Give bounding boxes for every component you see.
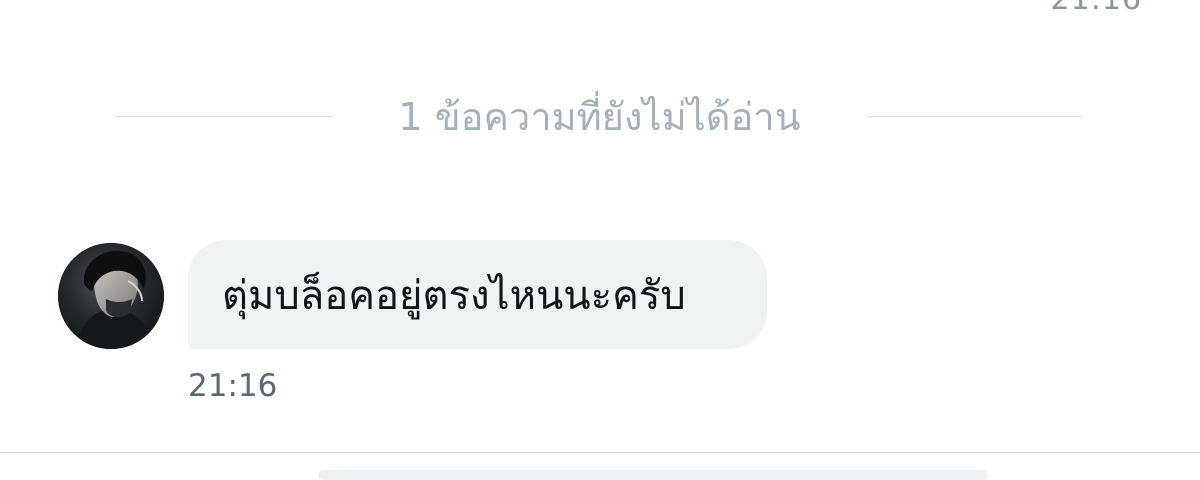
avatar[interactable]: [58, 243, 164, 349]
unread-divider-label: 1 ข้อความที่ยังไม่ได้อ่าน: [398, 94, 801, 139]
unread-divider-line-right: [867, 115, 1083, 117]
previous-message-time: 21:16: [1051, 0, 1142, 17]
unread-divider-line-left: [116, 115, 332, 117]
composer-field-edge[interactable]: [318, 470, 988, 480]
message-text: ตุ่มบล็อคอยู่ตรงไหนนะครับ: [222, 272, 686, 319]
composer-divider: [0, 452, 1200, 453]
profile-photo-icon: [58, 243, 164, 349]
incoming-message-bubble[interactable]: ตุ่มบล็อคอยู่ตรงไหนนะครับ: [188, 240, 767, 349]
message-timestamp: 21:16: [188, 368, 278, 404]
unread-divider: 1 ข้อความที่ยังไม่ได้อ่าน: [116, 88, 1083, 144]
